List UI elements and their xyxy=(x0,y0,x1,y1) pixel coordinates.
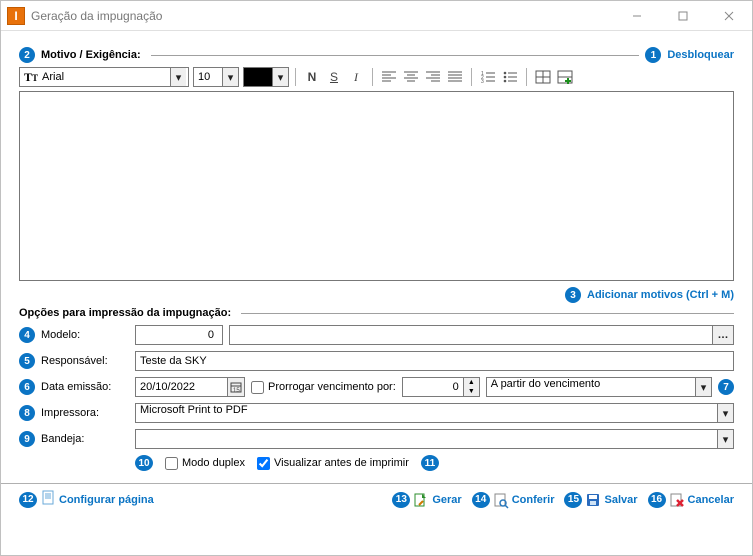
modelo-lookup-button[interactable]: … xyxy=(712,326,733,344)
align-center-button[interactable] xyxy=(401,67,421,87)
svg-text:3: 3 xyxy=(481,79,484,85)
align-left-button[interactable] xyxy=(379,67,399,87)
font-size-combo[interactable]: 10 ▾ xyxy=(193,67,239,87)
hint-8: 8 xyxy=(19,405,35,421)
insert-table-button[interactable] xyxy=(533,67,553,87)
gerar-icon xyxy=(413,492,429,508)
prorrogar-checkbox[interactable]: Prorrogar vencimento por: xyxy=(251,381,396,394)
align-right-button[interactable] xyxy=(423,67,443,87)
font-family-combo[interactable]: TT Arial ▾ xyxy=(19,67,189,87)
hint-16: 16 xyxy=(648,492,666,508)
font-family-value: Arial xyxy=(42,71,170,83)
chevron-down-icon[interactable]: ▾ xyxy=(272,68,288,86)
svg-text:15: 15 xyxy=(233,388,240,394)
visualizar-label: Visualizar antes de imprimir xyxy=(274,457,409,469)
font-icon: TT xyxy=(24,70,38,85)
window-title: Geração da impugnação xyxy=(31,9,614,23)
calendar-icon[interactable]: 15 xyxy=(227,378,244,396)
align-justify-button[interactable] xyxy=(445,67,465,87)
hint-11: 11 xyxy=(421,455,439,471)
numbered-list-button[interactable]: 1 2 3 xyxy=(478,67,498,87)
gerar-button[interactable]: Gerar xyxy=(432,494,461,506)
chevron-down-icon[interactable]: ▾ xyxy=(695,378,711,396)
responsavel-label: Responsável: xyxy=(41,355,108,367)
visualizar-checkbox[interactable]: Visualizar antes de imprimir xyxy=(257,457,409,470)
maximize-button[interactable] xyxy=(660,1,706,31)
underline-button[interactable]: S xyxy=(324,67,344,87)
hint-12: 12 xyxy=(19,492,37,508)
section-motivo-label: Motivo / Exigência: xyxy=(41,49,141,61)
app-icon: I xyxy=(7,7,25,25)
prorrogar-origin-value: A partir do vencimento xyxy=(487,378,695,396)
prorrogar-origin-combo[interactable]: A partir do vencimento ▾ xyxy=(486,377,712,397)
impressora-label: Impressora: xyxy=(41,407,99,419)
chevron-down-icon[interactable]: ▾ xyxy=(222,68,238,86)
configurar-pagina-link[interactable]: Configurar página xyxy=(59,494,154,506)
hint-13: 13 xyxy=(392,492,410,508)
bandeja-combo[interactable]: ▾ xyxy=(135,429,734,449)
spinner-icon[interactable]: ▲▼ xyxy=(463,378,479,396)
impressora-value: Microsoft Print to PDF xyxy=(136,404,717,422)
close-button[interactable] xyxy=(706,1,752,31)
add-motivos-link[interactable]: Adicionar motivos (Ctrl + M) xyxy=(587,289,734,301)
add-row-button[interactable] xyxy=(555,67,575,87)
responsavel-value xyxy=(136,355,733,367)
hint-2: 2 xyxy=(19,47,35,63)
chevron-down-icon[interactable]: ▾ xyxy=(170,68,186,86)
impressora-combo[interactable]: Microsoft Print to PDF ▾ xyxy=(135,403,734,423)
conferir-button[interactable]: Conferir xyxy=(512,494,555,506)
modelo-code-input[interactable] xyxy=(135,325,223,345)
minimize-button[interactable] xyxy=(614,1,660,31)
modelo-desc-value xyxy=(230,329,712,341)
duplex-label: Modo duplex xyxy=(182,457,245,469)
bandeja-value xyxy=(136,430,717,448)
prorrogar-days-input[interactable]: 0 ▲▼ xyxy=(402,377,480,397)
title-bar: I Geração da impugnação xyxy=(1,1,752,31)
salvar-button[interactable]: Salvar xyxy=(604,494,637,506)
modelo-label: Modelo: xyxy=(41,329,80,341)
hint-3: 3 xyxy=(565,287,581,303)
hint-15: 15 xyxy=(564,492,582,508)
salvar-icon xyxy=(585,492,601,508)
chevron-down-icon[interactable]: ▾ xyxy=(717,430,733,448)
hint-5: 5 xyxy=(19,353,35,369)
font-size-value: 10 xyxy=(194,71,222,83)
responsavel-input[interactable] xyxy=(135,351,734,371)
motivo-textarea[interactable] xyxy=(19,91,734,281)
prorrogar-days-value: 0 xyxy=(403,381,463,393)
bandeja-label: Bandeja: xyxy=(41,433,84,445)
hint-14: 14 xyxy=(472,492,490,508)
page-setup-icon xyxy=(41,490,55,509)
rtf-toolbar: TT Arial ▾ 10 ▾ ▾ N S I xyxy=(19,67,734,87)
hint-6: 6 xyxy=(19,379,35,395)
italic-button[interactable]: I xyxy=(346,67,366,87)
font-color-combo[interactable]: ▾ xyxy=(243,67,289,87)
hint-10: 10 xyxy=(135,455,153,471)
hint-9: 9 xyxy=(19,431,35,447)
unlock-link[interactable]: Desbloquear xyxy=(667,49,734,61)
color-swatch xyxy=(244,68,272,86)
bold-button[interactable]: N xyxy=(302,67,322,87)
modelo-code-value xyxy=(136,329,218,341)
hint-1: 1 xyxy=(645,47,661,63)
data-emissao-label: Data emissão: xyxy=(41,381,111,393)
cancelar-button[interactable]: Cancelar xyxy=(688,494,734,506)
duplex-checkbox[interactable]: Modo duplex xyxy=(165,457,245,470)
data-emissao-value xyxy=(136,381,227,393)
section-impressao-label: Opções para impressão da impugnação: xyxy=(19,307,231,319)
prorrogar-label: Prorrogar vencimento por: xyxy=(268,381,396,393)
data-emissao-input[interactable]: 15 xyxy=(135,377,245,397)
hint-7: 7 xyxy=(718,379,734,395)
chevron-down-icon[interactable]: ▾ xyxy=(717,404,733,422)
hint-4: 4 xyxy=(19,327,35,343)
bulleted-list-button[interactable] xyxy=(500,67,520,87)
cancelar-icon xyxy=(669,492,685,508)
conferir-icon xyxy=(493,492,509,508)
modelo-desc-input[interactable]: … xyxy=(229,325,734,345)
